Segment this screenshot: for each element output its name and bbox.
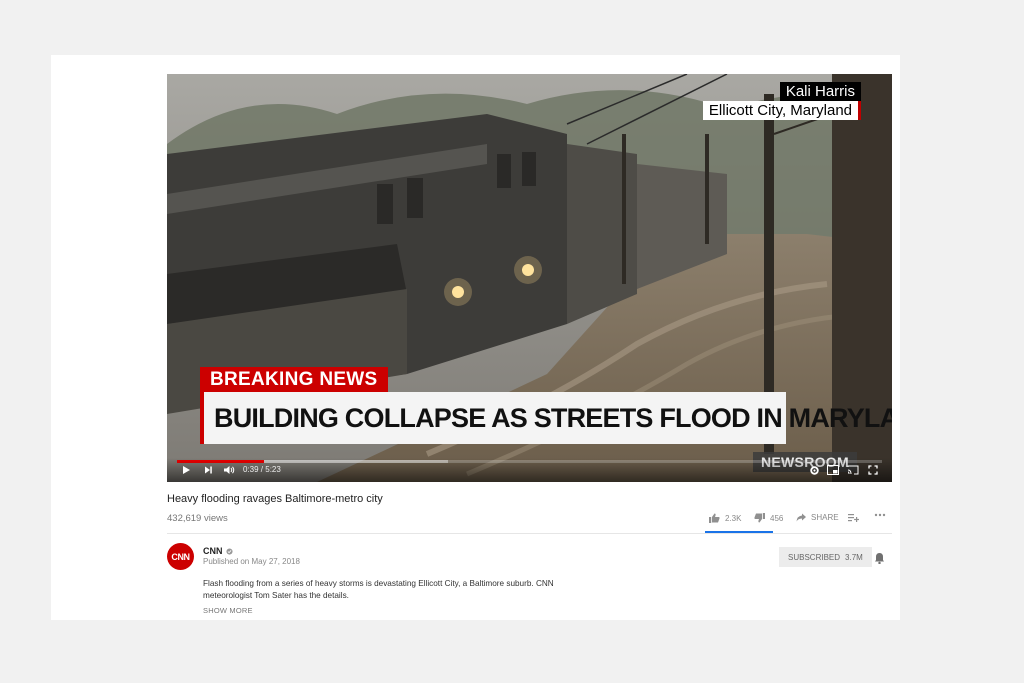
fullscreen-icon[interactable] [866,463,880,477]
news-headline-banner: BUILDING COLLAPSE AS STREETS FLOOD IN MA… [200,392,892,444]
share-button[interactable]: SHARE [796,513,839,522]
more-icon [874,513,886,517]
show-more-button[interactable]: SHOW MORE [203,606,253,615]
add-to-playlist-icon [848,514,859,522]
thumbs-up-icon [709,513,720,523]
subscribed-button[interactable]: SUBSCRIBED 3.7M [779,547,872,567]
youtube-watch-page: Kali Harris Ellicott City, Maryland BREA… [51,55,900,620]
play-icon[interactable] [179,463,193,477]
time-display: 0:39 / 5:23 [243,465,281,474]
location-caption: Ellicott City, Maryland [702,101,861,120]
subscriber-count: 3.7M [845,552,863,562]
next-icon[interactable] [201,463,215,477]
more-actions-button[interactable] [874,513,886,517]
share-label: SHARE [811,513,839,522]
like-button[interactable]: 2.3K [709,513,741,523]
channel-avatar[interactable]: CNN [167,543,194,570]
video-description: Flash flooding from a series of heavy st… [203,579,554,600]
channel-name[interactable]: CNN [203,546,223,556]
video-title: Heavy flooding ravages Baltimore-metro c… [167,493,383,505]
divider [167,533,892,534]
settings-icon[interactable] [807,463,821,477]
reporter-name-caption: Kali Harris [779,82,861,101]
dislike-count: 456 [770,513,784,523]
verified-icon [225,547,233,555]
player-controls: 0:39 / 5:23 [167,458,892,482]
dislike-button[interactable]: 456 [754,513,783,523]
cast-icon[interactable] [846,463,860,477]
publish-date: Published on May 27, 2018 [203,557,300,566]
breaking-news-label: BREAKING NEWS [200,367,388,392]
add-to-playlist-button[interactable] [848,513,859,522]
thumbs-down-icon [754,513,765,523]
miniplayer-icon[interactable] [826,463,840,477]
bell-icon[interactable] [874,551,886,565]
channel-name-row[interactable]: CNN [203,546,233,556]
volume-icon[interactable] [222,463,236,477]
view-count: 432,619 views [167,513,228,524]
video-player[interactable]: Kali Harris Ellicott City, Maryland BREA… [167,74,892,482]
subscribed-label: SUBSCRIBED [788,552,841,562]
share-icon [796,513,806,522]
like-count: 2.3K [725,513,742,523]
